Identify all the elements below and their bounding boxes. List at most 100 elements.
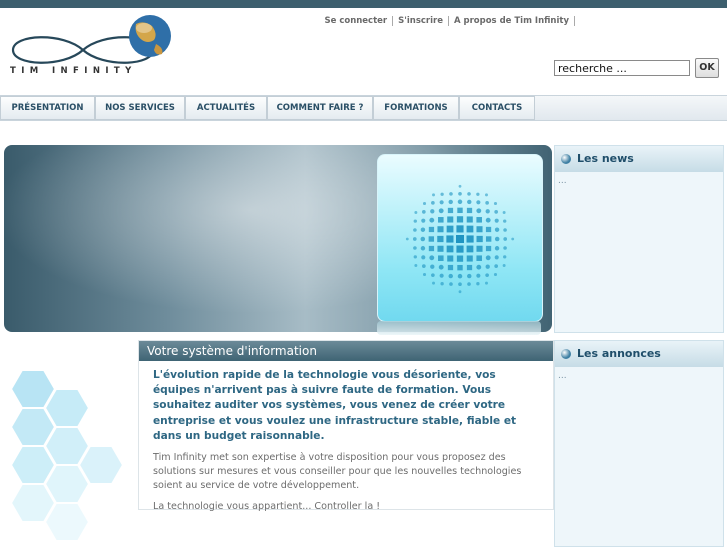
top-links: Se connecter S'inscrire A propos de Tim … — [324, 16, 575, 26]
sphere-dot — [431, 273, 435, 277]
banner-reflection — [377, 321, 541, 335]
sphere-dot — [437, 226, 444, 233]
sphere-dot — [412, 237, 417, 241]
sphere-dot — [421, 218, 426, 223]
nav-item-contacts[interactable]: CONTACTS — [459, 96, 535, 120]
sphere-dot — [467, 199, 472, 205]
sphere-dot — [414, 211, 418, 214]
sphere-dot — [466, 207, 473, 214]
sphere-dot — [456, 216, 464, 223]
sphere-dot — [428, 236, 435, 242]
sphere-dot — [494, 227, 500, 232]
sphere-dot — [466, 264, 473, 271]
sphere-dot — [449, 192, 453, 196]
nav-item-services[interactable]: NOS SERVICES — [95, 96, 185, 120]
sphere-dot — [421, 255, 426, 260]
search-input[interactable] — [554, 60, 690, 76]
sphere-dot — [456, 255, 464, 262]
sphere-dot — [457, 273, 463, 279]
sphere-dot — [485, 236, 492, 242]
bullet-icon — [561, 349, 571, 359]
sphere-dot — [476, 192, 480, 196]
content-lead: L'évolution rapide de la technologie vou… — [153, 369, 517, 442]
sphere-dot — [420, 246, 426, 251]
sphere-dot — [457, 264, 463, 271]
sphere-dot — [446, 235, 454, 243]
sphere-dot — [503, 255, 507, 259]
news-box: Les news ... — [554, 145, 724, 333]
sphere-dot — [503, 228, 507, 232]
sphere-dot — [466, 255, 473, 262]
sphere-dot — [428, 226, 435, 233]
sphere-dot — [494, 264, 498, 268]
sphere-dot — [446, 225, 454, 233]
sphere-dot — [439, 200, 444, 205]
sphere-dot — [476, 255, 482, 261]
sphere-dot — [447, 216, 454, 223]
sphere-dot — [466, 235, 474, 243]
sphere-dot — [485, 245, 492, 252]
sphere-dot — [485, 209, 490, 214]
nav-item-comment-faire[interactable]: COMMENT FAIRE ? — [267, 96, 373, 120]
main-content: Votre système d'information L'évolution … — [138, 340, 554, 512]
sphere-dot — [503, 237, 508, 241]
sphere-dot — [485, 281, 488, 285]
nav-item-actualites[interactable]: ACTUALITÉS — [185, 96, 267, 120]
sphere-dot — [485, 201, 489, 205]
sphere-dot — [466, 245, 474, 253]
sphere-dot — [413, 246, 417, 250]
announcements-header: Les annonces — [555, 341, 723, 367]
sphere-dot — [456, 225, 464, 233]
sphere-dot — [413, 219, 417, 223]
sphere-dot — [413, 228, 417, 232]
announcements-body: ... — [558, 371, 567, 381]
search-button[interactable]: OK — [695, 58, 719, 78]
sphere-dot — [456, 235, 464, 243]
sphere-dot — [458, 191, 462, 196]
sphere-dot — [447, 264, 454, 271]
sphere-dot — [466, 225, 474, 233]
sphere-dot — [485, 273, 489, 277]
sphere-dot — [447, 255, 454, 262]
sphere-dot — [494, 246, 500, 251]
sphere-dot — [511, 237, 515, 241]
nav-item-formations[interactable]: FORMATIONS — [373, 96, 459, 120]
announcements-box: Les annonces ... — [554, 340, 724, 547]
sphere-dot — [485, 217, 491, 223]
hero-banner — [4, 145, 552, 332]
sphere-dot — [432, 193, 435, 197]
login-link[interactable]: Se connecter — [324, 16, 394, 26]
about-link[interactable]: A propos de Tim Infinity — [449, 16, 575, 26]
sphere-dot — [476, 273, 481, 278]
sphere-dot — [493, 201, 498, 206]
news-header: Les news — [555, 146, 723, 172]
sphere-dot — [494, 218, 499, 223]
sphere-dot — [494, 210, 498, 214]
sphere-dot — [476, 235, 483, 243]
sphere-dot — [476, 245, 483, 252]
hexagon-decoration — [9, 369, 125, 542]
nav-item-presentation[interactable]: PRÉSENTATION — [0, 96, 95, 120]
sphere-dot — [494, 236, 500, 242]
content-closing: La technologie vous appartient... Contro… — [153, 501, 381, 513]
sphere-dot — [437, 245, 444, 252]
sphere-dot — [438, 255, 444, 261]
sphere-dot — [422, 201, 427, 206]
sphere-dot — [439, 273, 444, 278]
sphere-dot — [405, 237, 409, 241]
sphere-dot — [503, 219, 507, 223]
news-title: Les news — [577, 152, 634, 165]
sphere-dot — [432, 281, 435, 285]
sphere-dot — [476, 217, 482, 223]
register-link[interactable]: S'inscrire — [393, 16, 449, 26]
top-bar — [0, 0, 727, 8]
logo-text: TIM INFINITY — [10, 66, 137, 76]
sphere-dot — [485, 264, 490, 269]
sphere-dot — [476, 264, 482, 270]
main-nav: PRÉSENTATION NOS SERVICES ACTUALITÉS COM… — [0, 95, 727, 121]
sphere-dot — [446, 245, 454, 253]
sphere-dot — [420, 236, 426, 242]
sphere-dot — [458, 184, 462, 188]
sphere-dot — [485, 193, 488, 197]
dot-sphere-icon — [405, 184, 515, 294]
